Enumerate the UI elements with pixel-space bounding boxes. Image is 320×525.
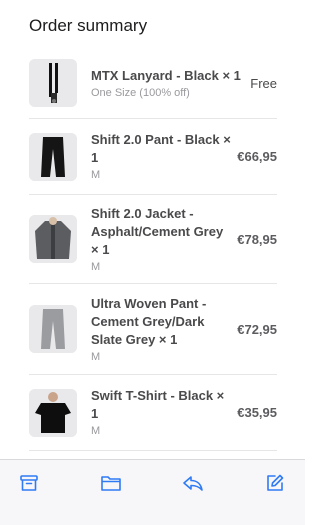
item-name: Swift T-Shirt - Black × 1 <box>91 388 225 421</box>
lanyard-icon <box>29 59 77 107</box>
archive-button[interactable] <box>18 472 40 494</box>
list-item: Shift 2.0 Pant - Black × 1 M €66,95 <box>29 119 277 195</box>
product-thumbnail <box>29 132 77 181</box>
item-name: Ultra Woven Pant - Cement Grey/Dark Slat… <box>91 295 207 347</box>
list-item: Shift 2.0 Jacket - Asphalt/Cement Grey ×… <box>29 195 277 284</box>
jacket-icon <box>29 215 77 263</box>
item-variant: M <box>91 425 101 437</box>
item-name: Shift 2.0 Pant - Black × 1 <box>91 132 231 165</box>
compose-icon <box>267 474 284 491</box>
item-variant: One Size (100% off) <box>91 86 190 99</box>
list-item: Ultra Woven Pant - Cement Grey/Dark Slat… <box>29 284 277 375</box>
item-variant: M <box>91 260 101 273</box>
item-name: Shift 2.0 Jacket - Asphalt/Cement Grey ×… <box>91 205 224 257</box>
bottom-toolbar <box>0 459 305 525</box>
item-name: MTX Lanyard - Black × 1 <box>91 67 241 83</box>
item-variant: M <box>91 169 101 181</box>
product-thumbnail <box>29 215 77 263</box>
tshirt-icon <box>29 388 77 437</box>
page-title: Order summary <box>29 16 148 35</box>
order-summary-screen: Order summary MTX Lanyard - Black × 1 On… <box>0 0 305 525</box>
reply-button[interactable] <box>182 472 204 494</box>
product-thumbnail <box>29 305 77 353</box>
item-price: Free <box>250 75 277 91</box>
order-items-list: MTX Lanyard - Black × 1 One Size (100% o… <box>29 48 277 451</box>
archive-icon <box>20 475 38 491</box>
folder-button[interactable] <box>100 472 122 494</box>
item-variant: M <box>91 350 101 363</box>
list-item: MTX Lanyard - Black × 1 One Size (100% o… <box>29 48 277 119</box>
folder-icon <box>101 476 121 491</box>
list-item: Swift T-Shirt - Black × 1 M €35,95 <box>29 375 277 451</box>
pants-icon <box>29 132 77 181</box>
compose-button[interactable] <box>264 472 286 494</box>
product-thumbnail <box>29 388 77 437</box>
item-price: €66,95 <box>237 149 277 164</box>
reply-icon <box>183 476 203 491</box>
product-thumbnail <box>29 59 77 107</box>
item-price: €72,95 <box>237 321 277 337</box>
pants-icon <box>29 305 77 353</box>
item-price: €78,95 <box>237 231 277 247</box>
item-price: €35,95 <box>237 405 277 420</box>
